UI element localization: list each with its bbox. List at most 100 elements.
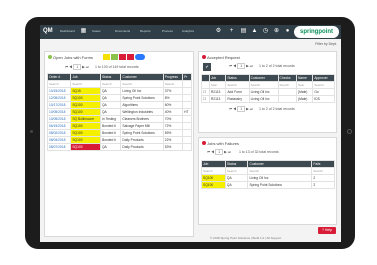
table-row[interactable]: 10/17/2018 SQ100 QA Algorithms 60% [46,101,192,109]
status-cell: Rodassiry [225,95,250,103]
column-header[interactable]: Name [296,74,314,82]
calendar-icon[interactable]: ▤ [240,28,247,35]
table-row[interactable]: 06/19/2018 SQ100 Bonded ti Salvage Paper Mi… [46,122,192,130]
job-cell[interactable]: SQ100 [70,129,101,137]
pager-controls[interactable]: ⏮ ◀ 1 ▶ ⏭ [229,63,253,69]
search-input-blank[interactable] [182,80,192,88]
table-row[interactable]: 12/05/2018 SQ100 QA Spring Point Solutions 8… [46,94,192,102]
toggle-switch[interactable] [135,54,145,60]
search-input[interactable]: Search [162,80,184,88]
date-cell: 10/17/2018 [46,101,72,109]
table-row[interactable]: 08/07/2018 SQ100 QA Daily Products 53% [46,143,192,151]
search-input[interactable]: Search [311,167,335,175]
column-header[interactable]: Customer [247,160,313,168]
column-header[interactable]: Status [224,160,249,168]
job-cell[interactable]: SQ100 [70,101,101,109]
user-icon[interactable]: ● [284,28,291,35]
column-header[interactable]: Checks [277,74,298,82]
nav-item-2[interactable]: Cases [92,29,101,33]
column-header[interactable]: Pr [182,73,192,81]
search-input[interactable]: Search [201,167,226,175]
search-input[interactable]: Search [46,80,72,88]
job-cell[interactable]: SQ100 [70,136,101,144]
checks-cell [277,88,298,96]
search-input[interactable]: Search [277,81,298,89]
search-input[interactable]: Search [70,80,101,88]
filter-green-button[interactable] [111,54,118,60]
job-cell[interactable]: SQ100 [70,108,101,116]
alert-icon[interactable]: ▲ [251,28,258,35]
nav-item-3[interactable]: Documents [115,29,130,33]
column-header[interactable]: Approver [312,74,335,82]
table-row[interactable]: 10/15/2018 SQ15 QA Living Oil Inc 37% [46,87,192,95]
search-input[interactable]: Search [224,167,249,175]
search-input[interactable]: Search [120,80,164,88]
job-cell[interactable]: SQ100 [201,181,226,189]
search-input-blank[interactable] [201,81,210,89]
priority-cell: HT [182,108,192,116]
date-cell: 10/15/2018 [46,87,72,95]
row-checkbox[interactable]: ☐ [201,88,210,96]
column-header[interactable]: Order # [46,73,72,81]
search-input[interactable]: Sear [208,81,227,89]
table-row[interactable]: SQ100 QA Living Oil Inc 2 [201,174,335,182]
column-header[interactable]: Status [99,73,122,81]
search-input[interactable]: Sear [296,81,314,89]
globe-icon[interactable]: ⊕ [273,28,280,35]
tablet-home-button[interactable] [347,129,352,134]
job-cell[interactable]: SQ100 [70,122,101,130]
search-input[interactable]: Search [99,80,122,88]
job-cell[interactable]: SQ15 [70,87,101,95]
job-cell[interactable]: SQ100 [201,174,226,182]
progress-cell: 60% [162,101,184,109]
column-header[interactable]: Job [201,160,226,168]
column-header[interactable]: Customer [120,73,164,81]
pager-controls[interactable]: ⏮ ◀ 1 ▶ ⏭ [207,149,231,155]
column-header[interactable]: Job [70,73,101,81]
table-row[interactable]: ☐ R2113 Rodassiry Living Oil Inc (Male) IDS [201,95,335,103]
search-input[interactable]: Search [247,167,313,175]
filter-by-dept[interactable]: Filter by Dept. [315,42,337,46]
job-cell[interactable]: SQ Bollinscore [70,115,101,123]
nav-item-4[interactable]: Reports [140,29,151,33]
add-icon[interactable]: + [228,28,235,35]
nav-item-1[interactable]: Dashboard [60,29,75,33]
nav-item-6[interactable]: Analytics [182,29,194,33]
nav-item-5[interactable]: Process [162,29,173,33]
search-input[interactable]: Search [312,81,335,89]
job-cell[interactable]: SQ100 [70,94,101,102]
filter-red-2-button[interactable] [127,54,134,60]
app-logo[interactable]: QM [43,28,53,34]
job-cell[interactable]: SQ100 [70,143,101,151]
filter-yellow-button[interactable] [103,54,110,60]
search-input[interactable]: Search [248,81,279,89]
job-cell[interactable]: R2113 [208,88,227,96]
column-header[interactable]: Fails [311,160,335,168]
column-header[interactable]: Status [225,74,250,82]
alert-dot [202,141,206,145]
search-row: Search Search Search Search [201,167,335,175]
column-header[interactable]: Job [208,74,227,82]
clock-icon[interactable]: ◷ [262,28,269,35]
column-header[interactable]: Customer [248,74,279,82]
table-row[interactable]: ☐ R2113 Add Form Living Oil Inc (Male) Go [201,88,335,96]
approver-cell: Go [312,88,335,96]
table-row[interactable]: 08/02/2018 SQ100 Bonded ti Spring Point Sol… [46,129,192,137]
table-row[interactable]: 10/05/2018 SQ100 QA Wellington Industries 40… [46,108,192,116]
column-header-checkbox[interactable] [201,74,210,82]
settings-icon[interactable]: ⚙ [215,28,222,35]
pager-controls-bottom[interactable]: ⏮ ◀ 1 ▶ ⏭ [229,106,253,112]
row-checkbox[interactable]: ☐ [201,95,210,103]
table-header-row: Job Status Customer Fails [201,160,335,168]
grid-icon[interactable]: ▦ [80,28,87,35]
table-row[interactable]: SQ100 QA Spring Point Solutions 2 [201,181,335,189]
help-button[interactable]: ? Help [318,227,336,234]
search-input[interactable]: Search [225,81,250,89]
table-row[interactable]: 08/04/2018 SQ100 Bonded ti Daily Products 22… [46,136,192,144]
filter-red-button[interactable] [119,54,126,60]
select-all-checkbox[interactable]: ✔ [203,63,211,71]
column-header[interactable]: Progress [162,73,184,81]
table-row[interactable]: 10/05/2018 SQ Bollinscore In Testing Cleane… [46,115,192,123]
pager-controls[interactable]: ⏮ ◀ 1 ▶ ⏭ [65,64,89,70]
job-cell[interactable]: R2113 [208,95,227,103]
